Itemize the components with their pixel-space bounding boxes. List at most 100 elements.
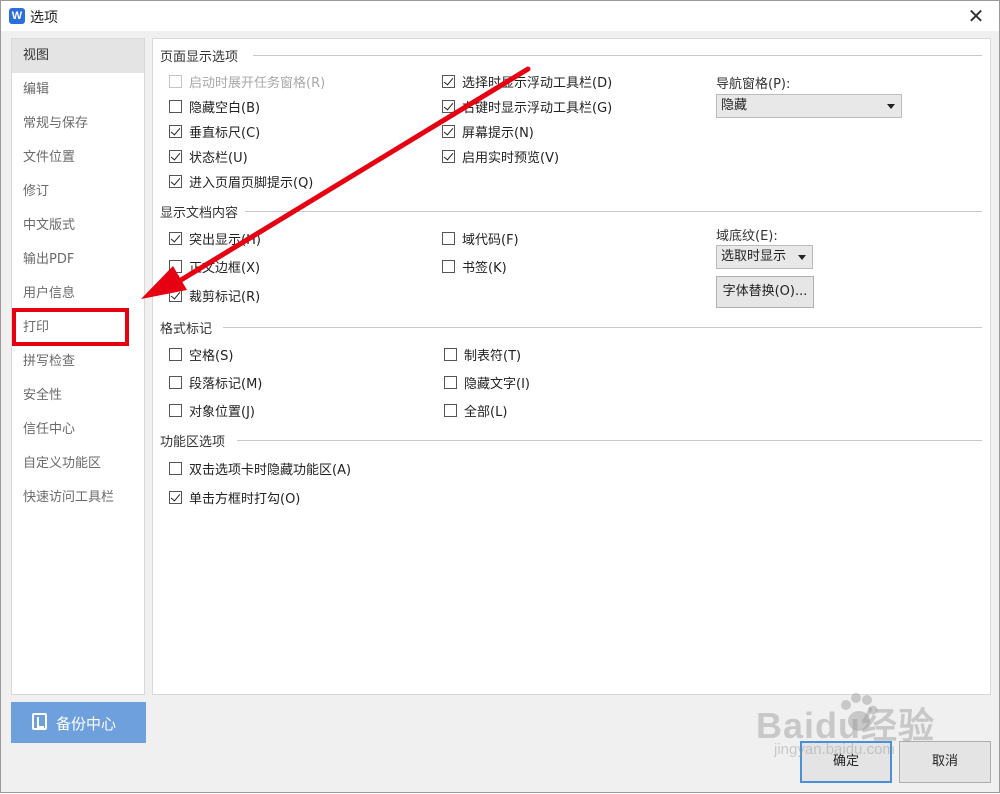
option-label: 域代码(F) <box>462 233 519 248</box>
option-label: 垂直标尺(C) <box>189 126 261 141</box>
option-screen-tips[interactable]: 屏幕提示(N) <box>442 122 534 141</box>
option-label: 突出显示(H) <box>189 233 261 248</box>
option-dblclick-hide-ribbon[interactable]: 双击选项卡时隐藏功能区(A) <box>169 459 351 478</box>
option-paragraph-marks[interactable]: 段落标记(M) <box>169 373 262 392</box>
font-substitution-button[interactable]: 字体替换(O)... <box>716 276 814 308</box>
section-divider <box>223 327 982 328</box>
paw-icon <box>841 693 878 731</box>
option-field-codes[interactable]: 域代码(F) <box>442 229 519 248</box>
section-title-doc-content: 显示文档内容 <box>160 202 245 221</box>
nav-pane-select[interactable]: 隐藏 <box>716 94 902 118</box>
option-float-toolbar-select[interactable]: 选择时显示浮动工具栏(D) <box>442 72 612 91</box>
sidebar-item-chinese-layout[interactable]: 中文版式 <box>12 209 144 243</box>
field-shading-label: 域底纹(E): <box>716 229 778 244</box>
field-shading-select[interactable]: 选取时显示 <box>716 245 813 269</box>
section-divider <box>237 440 982 441</box>
option-live-preview[interactable]: 启用实时预览(V) <box>442 147 559 166</box>
option-expand-task-pane[interactable]: 启动时展开任务窗格(R) <box>169 72 325 91</box>
sidebar-item-view[interactable]: 视图 <box>12 39 144 73</box>
option-text-boundaries[interactable]: 正文边框(X) <box>169 257 260 276</box>
option-label: 选择时显示浮动工具栏(D) <box>462 76 613 91</box>
section-divider <box>245 211 982 212</box>
option-label: 启动时展开任务窗格(R) <box>189 76 326 91</box>
option-highlight[interactable]: 突出显示(H) <box>169 229 261 248</box>
sidebar-item-file-location[interactable]: 文件位置 <box>12 141 144 175</box>
option-vertical-ruler[interactable]: 垂直标尺(C) <box>169 122 260 141</box>
option-label: 正文边框(X) <box>189 261 261 276</box>
checkbox-icon <box>169 175 182 188</box>
sidebar-item-revision[interactable]: 修订 <box>12 175 144 209</box>
option-label: 隐藏文字(I) <box>464 377 530 392</box>
checkbox-icon <box>169 289 182 302</box>
checkbox-icon <box>442 260 455 273</box>
checkbox-icon <box>442 125 455 138</box>
option-bookmarks[interactable]: 书签(K) <box>442 257 507 276</box>
sidebar-item-quick-access-toolbar[interactable]: 快速访问工具栏 <box>12 481 144 515</box>
options-dialog: W 选项 ✕ 视图 编辑 常规与保存 文件位置 修订 中文版式 输出PDF 用户… <box>0 0 1000 793</box>
sidebar-item-user-info[interactable]: 用户信息 <box>12 277 144 311</box>
option-label: 全部(L) <box>464 405 508 420</box>
option-label: 裁剪标记(R) <box>189 290 261 305</box>
options-panel: 页面显示选项 启动时展开任务窗格(R) 隐藏空白(B) 垂直标尺(C) 状态栏(… <box>152 38 991 695</box>
checkbox-icon <box>169 260 182 273</box>
ok-button[interactable]: 确定 <box>800 741 892 783</box>
checkbox-icon <box>169 125 182 138</box>
option-label: 双击选项卡时隐藏功能区(A) <box>189 463 352 478</box>
sidebar-item-trust-center[interactable]: 信任中心 <box>12 413 144 447</box>
checkbox-icon <box>442 75 455 88</box>
section-title-format-marks: 格式标记 <box>160 318 219 337</box>
option-label: 隐藏空白(B) <box>189 101 261 116</box>
checkbox-icon <box>169 348 182 361</box>
cancel-button[interactable]: 取消 <box>899 741 991 783</box>
checkbox-icon <box>444 404 457 417</box>
checkbox-icon <box>442 232 455 245</box>
sidebar-item-edit[interactable]: 编辑 <box>12 73 144 107</box>
annotation-highlight-box <box>12 308 129 346</box>
sidebar-item-security[interactable]: 安全性 <box>12 379 144 413</box>
option-click-box-check[interactable]: 单击方框时打勾(O) <box>169 488 300 507</box>
option-label: 启用实时预览(V) <box>462 151 560 166</box>
wps-app-icon: W <box>9 8 25 24</box>
option-crop-marks[interactable]: 裁剪标记(R) <box>169 286 260 305</box>
option-label: 书签(K) <box>462 261 507 276</box>
sidebar-item-customize-ribbon[interactable]: 自定义功能区 <box>12 447 144 481</box>
option-float-toolbar-rightclick[interactable]: 右键时显示浮动工具栏(G) <box>442 97 612 116</box>
chevron-down-icon <box>798 255 806 260</box>
option-label: 屏幕提示(N) <box>462 126 534 141</box>
option-tab-characters[interactable]: 制表符(T) <box>444 345 521 364</box>
checkbox-icon <box>444 376 457 389</box>
option-hide-blank[interactable]: 隐藏空白(B) <box>169 97 260 116</box>
backup-center-button[interactable]: 备份中心 <box>11 702 146 743</box>
option-all-marks[interactable]: 全部(L) <box>444 401 507 420</box>
checkbox-icon <box>169 462 182 475</box>
checkbox-icon <box>169 150 182 163</box>
dialog-title: 选项 <box>30 10 58 26</box>
checkbox-icon <box>442 150 455 163</box>
checkbox-icon <box>169 232 182 245</box>
sidebar-item-spell-check[interactable]: 拼写检查 <box>12 345 144 379</box>
option-object-anchors[interactable]: 对象位置(J) <box>169 401 255 420</box>
option-label: 单击方框时打勾(O) <box>189 492 301 507</box>
section-divider <box>253 55 982 56</box>
option-label: 进入页眉页脚提示(Q) <box>189 176 314 191</box>
nav-pane-label: 导航窗格(P): <box>716 77 791 92</box>
option-hidden-text[interactable]: 隐藏文字(I) <box>444 373 530 392</box>
option-label: 状态栏(U) <box>189 151 248 166</box>
section-title-ribbon: 功能区选项 <box>160 431 232 450</box>
option-label: 段落标记(M) <box>189 377 263 392</box>
option-header-footer-hint[interactable]: 进入页眉页脚提示(Q) <box>169 172 313 191</box>
category-sidebar: 视图 编辑 常规与保存 文件位置 修订 中文版式 输出PDF 用户信息 打印 拼… <box>11 38 145 695</box>
sidebar-item-export-pdf[interactable]: 输出PDF <box>12 243 144 277</box>
close-button[interactable]: ✕ <box>963 3 989 29</box>
checkbox-icon <box>169 404 182 417</box>
backup-icon <box>32 713 47 730</box>
option-label: 对象位置(J) <box>189 405 255 420</box>
checkbox-icon <box>169 75 182 88</box>
section-title-page-display: 页面显示选项 <box>160 46 245 65</box>
option-spaces[interactable]: 空格(S) <box>169 345 233 364</box>
option-label: 右键时显示浮动工具栏(G) <box>462 101 613 116</box>
option-status-bar[interactable]: 状态栏(U) <box>169 147 248 166</box>
sidebar-item-general-save[interactable]: 常规与保存 <box>12 107 144 141</box>
checkbox-icon <box>444 348 457 361</box>
field-shading-value: 选取时显示 <box>721 249 787 264</box>
